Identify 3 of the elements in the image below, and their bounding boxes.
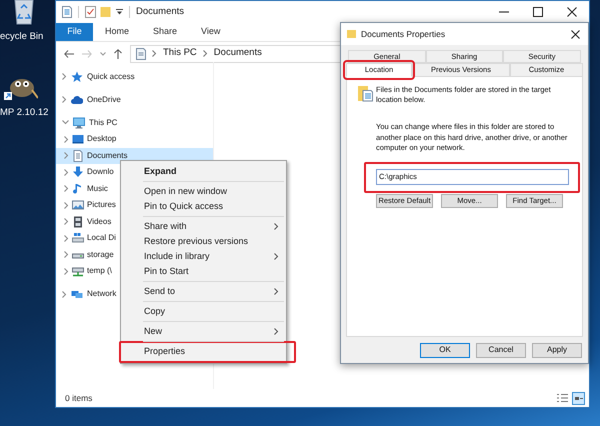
dialog-title: Documents Properties (361, 28, 446, 40)
status-text: 0 items (65, 392, 92, 404)
window-title: Documents (136, 4, 184, 19)
